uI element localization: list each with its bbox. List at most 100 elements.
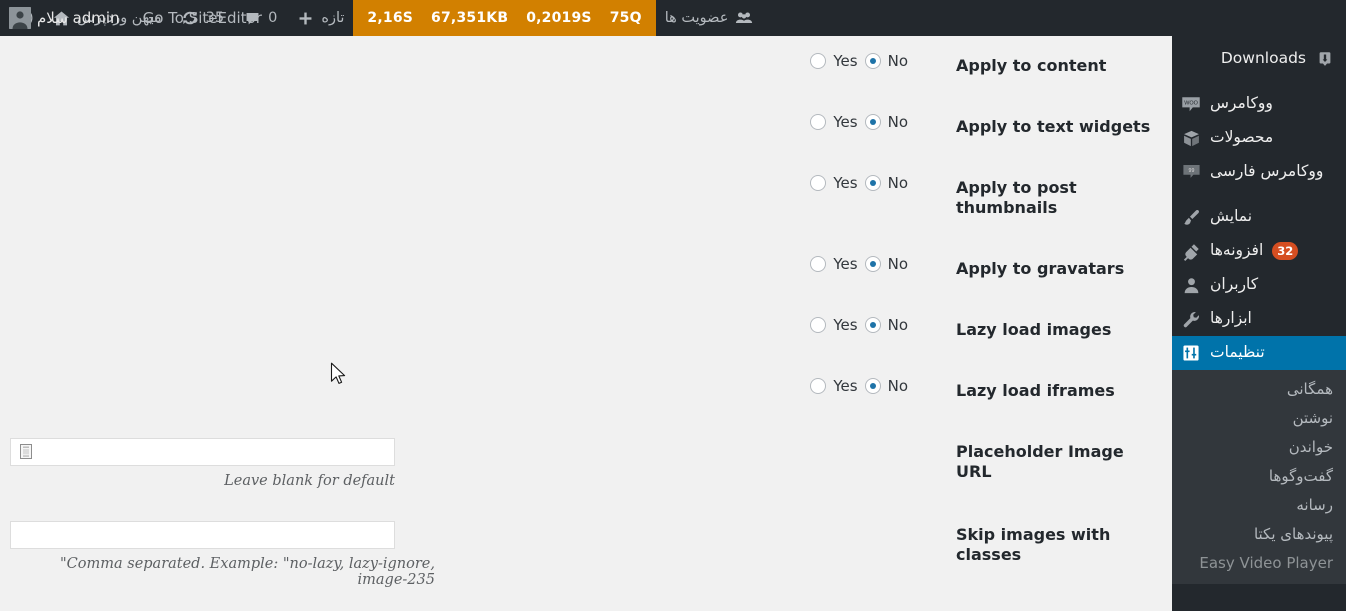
sidebar-item-label: ووکامرس فارسی xyxy=(1210,162,1324,181)
radio-no-label: No xyxy=(887,255,908,274)
new-content-label: تازه xyxy=(321,9,345,26)
radio-no[interactable] xyxy=(864,377,881,394)
setting-label: Lazy load images xyxy=(956,319,1112,339)
radio-yes-label: Yes xyxy=(833,112,858,131)
perf-query-count: 75Q xyxy=(609,10,642,26)
products-box-icon xyxy=(1181,128,1201,148)
tools-wrench-icon xyxy=(1181,309,1201,329)
users-group-icon xyxy=(734,8,754,28)
radio-yes[interactable] xyxy=(810,377,827,394)
plugins-update-badge: 32 xyxy=(1272,242,1299,260)
sidebar-item-label: افزونه‌ها xyxy=(1210,241,1264,260)
radio-no-label: No xyxy=(887,112,908,131)
radio-no[interactable] xyxy=(864,174,881,191)
placeholder-image-url-description: Leave blank for default xyxy=(224,472,395,489)
sidebar-item-label: تنظیمات xyxy=(1210,343,1265,362)
memberships-label: عضویت ها xyxy=(664,9,729,26)
settings-form-panel: Apply to content Yes No Apply to text wi… xyxy=(0,36,1172,611)
radio-group-lazy-load-iframes: Yes No xyxy=(10,377,908,395)
avatar xyxy=(9,7,31,29)
screen-root: سلام admin Go To SiteEditor عضویت ها 2,1… xyxy=(0,0,1346,611)
radio-yes-label: Yes xyxy=(833,315,858,334)
broken-image-icon xyxy=(19,444,32,460)
admin-sidebar-menu: Downloads ووکامرس WOO محصولات ووکامرس فا… xyxy=(1172,36,1346,611)
radio-no-label: No xyxy=(887,52,908,70)
sidebar-item-label: ابزارها xyxy=(1210,309,1252,328)
download-icon xyxy=(1315,49,1335,69)
svg-text:WOO: WOO xyxy=(1184,100,1198,106)
settings-submenu: همگانی نوشتن خواندن گفت‌وگوها رسانه پیون… xyxy=(1172,370,1346,584)
woo-farsi-icon: 99 xyxy=(1181,162,1201,182)
sidebar-item-label: کاربران xyxy=(1210,275,1259,294)
perf-memory: 67,351KB xyxy=(431,10,509,26)
submenu-item-easy-video-player[interactable]: Easy Video Player xyxy=(1172,549,1346,578)
radio-yes[interactable] xyxy=(810,113,827,130)
radio-no[interactable] xyxy=(864,53,881,69)
setting-row-apply-to-content: Apply to content Yes No xyxy=(0,36,1172,97)
admin-bar-performance-metrics[interactable]: 2,16S 67,351KB 0,2019S 75Q xyxy=(353,0,656,36)
sidebar-item-woocommerce[interactable]: ووکامرس WOO xyxy=(1172,87,1346,121)
sidebar-item-users[interactable]: کاربران xyxy=(1172,268,1346,302)
setting-row-skip-images-with-classes: Skip images with classes "Comma separate… xyxy=(0,505,1172,604)
radio-no-label: No xyxy=(887,173,908,192)
setting-label: Apply to post thumbnails xyxy=(956,177,1077,218)
radio-yes[interactable] xyxy=(810,256,827,273)
radio-group-apply-to-text-widgets: Yes No xyxy=(10,113,908,131)
svg-text:99: 99 xyxy=(1188,168,1194,174)
radio-yes-label: Yes xyxy=(833,376,858,395)
submenu-item-writing[interactable]: نوشتن xyxy=(1172,404,1346,433)
submenu-item-discussion[interactable]: گفت‌وگوها xyxy=(1172,462,1346,491)
setting-row-apply-to-post-thumbnails: Apply to post thumbnails Yes No xyxy=(0,158,1172,240)
radio-yes-label: Yes xyxy=(833,255,858,274)
setting-label: Apply to text widgets xyxy=(956,116,1151,136)
settings-sliders-icon xyxy=(1181,343,1201,363)
appearance-brush-icon xyxy=(1181,207,1201,227)
radio-group-apply-to-gravatars: Yes No xyxy=(10,255,908,273)
perf-load-time: 2,16S xyxy=(367,10,414,26)
radio-group-apply-to-post-thumbnails: Yes No xyxy=(10,174,908,192)
setting-label: Threshold xyxy=(932,604,1172,611)
setting-row-placeholder-image-url: Placeholder Image URL Leave blank for de… xyxy=(0,422,1172,505)
admin-bar-greeting: سلام admin xyxy=(37,9,120,27)
setting-row-apply-to-text-widgets: Apply to text widgets Yes No xyxy=(0,97,1172,158)
radio-no-label: No xyxy=(887,376,908,395)
setting-row-lazy-load-iframes: Lazy load iframes Yes No xyxy=(0,361,1172,422)
sidebar-item-plugins[interactable]: 32 افزونه‌ها xyxy=(1172,234,1346,268)
submenu-item-general[interactable]: همگانی xyxy=(1172,375,1346,404)
users-icon xyxy=(1181,275,1201,295)
skip-classes-description: "Comma separated. Example: "no-lazy, laz… xyxy=(60,555,435,588)
sidebar-item-downloads[interactable]: Downloads xyxy=(1172,42,1346,76)
admin-bar-left-group: سلام admin Go To SiteEditor xyxy=(0,0,276,36)
sidebar-separator xyxy=(1172,76,1346,87)
submenu-item-permalinks[interactable]: پیوندهای یکتا xyxy=(1172,520,1346,549)
placeholder-image-url-input[interactable] xyxy=(10,437,395,466)
radio-yes[interactable] xyxy=(810,53,827,69)
radio-yes[interactable] xyxy=(810,174,827,191)
sidebar-item-appearance[interactable]: نمایش xyxy=(1172,200,1346,234)
admin-bar-site-editor-link[interactable]: Go To SiteEditor xyxy=(129,0,276,36)
admin-bar-my-account[interactable]: سلام admin xyxy=(0,0,129,36)
admin-bar-memberships[interactable]: عضویت ها xyxy=(656,0,764,36)
sidebar-item-tools[interactable]: ابزارها xyxy=(1172,302,1346,336)
admin-bar: سلام admin Go To SiteEditor عضویت ها 2,1… xyxy=(0,0,1346,36)
sidebar-item-products[interactable]: محصولات xyxy=(1172,121,1346,155)
submenu-item-reading[interactable]: خواندن xyxy=(1172,433,1346,462)
sidebar-item-settings[interactable]: تنظیمات xyxy=(1172,336,1346,370)
sidebar-item-label: نمایش xyxy=(1210,207,1253,226)
perf-query-time: 0,2019S xyxy=(526,10,592,26)
radio-no[interactable] xyxy=(864,256,881,273)
sidebar-item-woocommerce-farsi[interactable]: ووکامرس فارسی 99 xyxy=(1172,155,1346,189)
sidebar-item-label: Downloads xyxy=(1220,49,1306,68)
skip-classes-input[interactable] xyxy=(10,520,395,549)
admin-bar-new-content[interactable]: تازه xyxy=(286,0,353,36)
radio-yes-label: Yes xyxy=(833,52,858,70)
woo-icon: WOO xyxy=(1181,94,1201,114)
setting-row-lazy-load-images: Lazy load images Yes No xyxy=(0,300,1172,361)
radio-no[interactable] xyxy=(864,113,881,130)
plus-icon xyxy=(295,8,315,28)
radio-no[interactable] xyxy=(864,316,881,333)
radio-yes[interactable] xyxy=(810,316,827,333)
setting-label: Apply to content xyxy=(956,56,1107,75)
submenu-item-media[interactable]: رسانه xyxy=(1172,491,1346,520)
lazy-load-settings-table: Apply to content Yes No Apply to text wi… xyxy=(0,36,1172,611)
